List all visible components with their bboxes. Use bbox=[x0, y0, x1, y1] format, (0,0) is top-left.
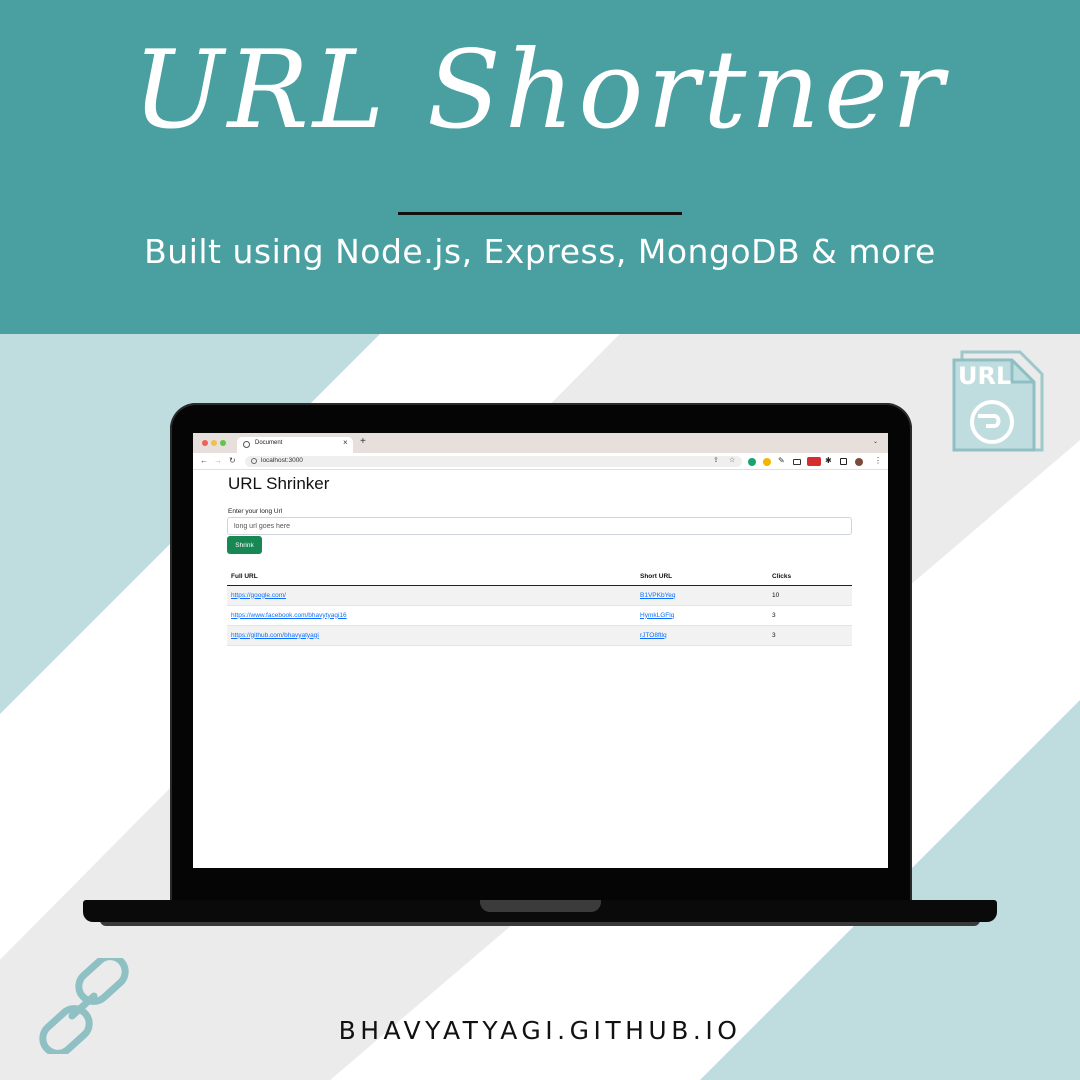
url-icon-text: URL bbox=[958, 362, 1011, 390]
table-header-row: Full URL Short URL Clicks bbox=[227, 568, 852, 586]
full-url-cell: https://www.facebook.com/bhavytyagi16 bbox=[227, 605, 636, 626]
poster-subtitle: Built using Node.js, Express, MongoDB & … bbox=[144, 232, 936, 271]
pen-icon[interactable]: ✎ bbox=[778, 456, 785, 465]
short-url-link[interactable]: B1VPKbYeq bbox=[640, 592, 676, 599]
title-divider bbox=[398, 212, 682, 215]
extension-icon[interactable] bbox=[763, 458, 771, 466]
clicks-header: Clicks bbox=[768, 568, 852, 586]
browser-tab-strip: Document × + ⌄ bbox=[193, 433, 888, 453]
full-url-header: Full URL bbox=[227, 568, 636, 586]
globe-icon bbox=[243, 441, 250, 448]
maximize-window-button[interactable] bbox=[220, 440, 226, 446]
short-url-link[interactable]: HymkLGFlq bbox=[640, 612, 674, 619]
address-text[interactable]: localhost:3000 bbox=[261, 457, 303, 464]
shrink-button[interactable]: Shrink bbox=[227, 536, 262, 554]
back-icon[interactable]: ← bbox=[200, 456, 208, 466]
picture-in-picture-icon[interactable] bbox=[793, 459, 801, 465]
short-url-cell: rJTO8ftlq bbox=[636, 625, 768, 646]
clicks-cell: 3 bbox=[768, 625, 852, 646]
reload-icon[interactable]: ↻ bbox=[229, 456, 236, 466]
url-file-icon: URL bbox=[952, 350, 1044, 452]
share-icon[interactable]: ⇪ bbox=[713, 456, 719, 464]
tab-search-chevron-icon[interactable]: ⌄ bbox=[873, 438, 878, 445]
sidebar-icon[interactable] bbox=[840, 458, 847, 465]
full-url-link[interactable]: https://google.com/ bbox=[231, 592, 286, 599]
poster-title: URL Shortner bbox=[132, 28, 948, 153]
more-menu-icon[interactable]: ⋮ bbox=[874, 456, 882, 465]
address-bar[interactable]: localhost:3000 ⇪ ☆ bbox=[245, 456, 742, 467]
grammarly-icon[interactable] bbox=[748, 458, 756, 466]
laptop-notch bbox=[480, 900, 601, 912]
clicks-cell: 3 bbox=[768, 605, 852, 626]
full-url-cell: https://google.com/ bbox=[227, 585, 636, 606]
table-row: https://github.com/bhavyatyagi rJTO8ftlq… bbox=[227, 625, 852, 646]
puzzle-icon[interactable]: ✱ bbox=[825, 456, 832, 465]
long-url-input[interactable] bbox=[227, 517, 852, 535]
short-url-link[interactable]: rJTO8ftlq bbox=[640, 632, 667, 639]
footer-website: BHAVYATYAGI.GITHUB.IO bbox=[338, 1016, 742, 1045]
page-title: URL Shrinker bbox=[228, 474, 330, 493]
laptop-screen: Document × + ⌄ ← → ↻ localhost:3000 ⇪ ☆ … bbox=[193, 433, 888, 868]
urls-table: Full URL Short URL Clicks https://google… bbox=[227, 568, 852, 646]
web-page: URL Shrinker Enter your long Url Shrink … bbox=[193, 471, 888, 868]
browser-toolbar: ← → ↻ localhost:3000 ⇪ ☆ ✎ ✱ ⋮ bbox=[193, 453, 888, 470]
profile-avatar[interactable] bbox=[855, 458, 863, 466]
close-window-button[interactable] bbox=[202, 440, 208, 446]
short-url-cell: B1VPKbYeq bbox=[636, 585, 768, 606]
tab-close-icon[interactable]: × bbox=[343, 438, 348, 447]
short-url-header: Short URL bbox=[636, 568, 768, 586]
clicks-cell: 10 bbox=[768, 585, 852, 606]
table-row: https://www.facebook.com/bhavytyagi16 Hy… bbox=[227, 605, 852, 626]
tab-title: Document bbox=[255, 440, 283, 446]
url-input-label: Enter your long Url bbox=[228, 508, 283, 515]
short-url-cell: HymkLGFlq bbox=[636, 605, 768, 626]
new-tab-button[interactable]: + bbox=[360, 436, 366, 448]
browser-tab[interactable]: Document × bbox=[237, 437, 353, 453]
table-row: https://google.com/ B1VPKbYeq 10 bbox=[227, 585, 852, 606]
forward-icon[interactable]: → bbox=[214, 456, 222, 466]
full-url-link[interactable]: https://github.com/bhavyatyagi bbox=[231, 632, 319, 639]
full-url-cell: https://github.com/bhavyatyagi bbox=[227, 625, 636, 646]
star-icon[interactable]: ☆ bbox=[729, 456, 735, 464]
minimize-window-button[interactable] bbox=[211, 440, 217, 446]
info-icon[interactable] bbox=[251, 458, 257, 464]
youtube-icon[interactable] bbox=[807, 457, 821, 466]
full-url-link[interactable]: https://www.facebook.com/bhavytyagi16 bbox=[231, 612, 347, 619]
